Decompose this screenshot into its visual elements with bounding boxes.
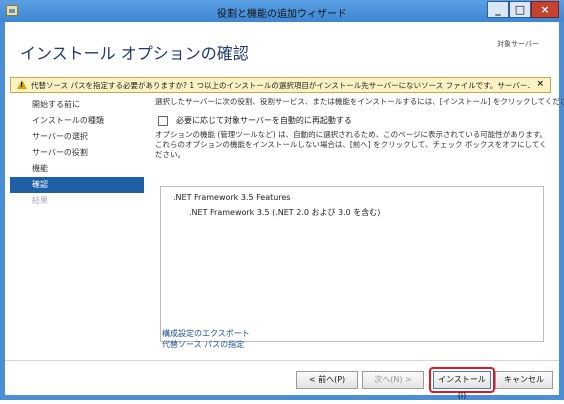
- destination-server-label: 対象サーバー: [497, 40, 539, 48]
- window-title: 役割と機能の追加ウィザード: [217, 9, 347, 20]
- wizard-nav: 開始する前に インストールの種類 サーバーの選択 サーバーの役割 機能 確認 結…: [10, 97, 144, 209]
- close-button[interactable]: ×: [531, 1, 559, 18]
- nav-item-confirmation[interactable]: 確認: [10, 177, 144, 193]
- minimize-button[interactable]: _: [487, 1, 509, 18]
- feature-item: .NET Framework 3.5 (.NET 2.0 および 3.0 を含む…: [189, 208, 381, 217]
- footer-separator: [5, 360, 559, 361]
- intro-text: 選択したサーバーに次の役割、役割サービス、または機能をインストールするには、[イ…: [155, 97, 564, 106]
- export-config-link[interactable]: 構成設定のエクスポート: [162, 328, 250, 339]
- warning-bar[interactable]: ! 代替ソース パスを指定する必要がありますか? 1 つ以上のインストールの選択…: [10, 77, 551, 93]
- wizard-client-area: インストール オプションの確認 対象サーバー ! 代替ソース パスを指定する必要…: [5, 22, 564, 400]
- window-frame: 役割と機能の追加ウィザード _ □ × インストール オプションの確認 対象サー…: [0, 0, 564, 400]
- warning-close-icon[interactable]: ×: [536, 79, 544, 89]
- nav-item-before-you-begin[interactable]: 開始する前に: [10, 97, 144, 113]
- main-content: 選択したサーバーに次の役割、役割サービス、または機能をインストールするには、[イ…: [155, 96, 564, 159]
- nav-item-installation-type[interactable]: インストールの種類: [10, 113, 144, 129]
- install-button[interactable]: インストール(I): [433, 371, 491, 400]
- restart-checkbox[interactable]: [158, 115, 168, 126]
- nav-item-server-selection[interactable]: サーバーの選択: [10, 129, 144, 145]
- warning-text: 代替ソース パスを指定する必要がありますか? 1 つ以上のインストールの選択項目…: [31, 81, 531, 90]
- feature-item: .NET Framework 3.5 Features: [173, 193, 291, 202]
- optional-features-note: オプションの機能 (管理ツールなど) は、自動的に選択されるため、このページに表…: [155, 130, 547, 159]
- restart-label: 必要に応じて対象サーバーを自動的に再起動する: [176, 116, 352, 125]
- nav-item-features[interactable]: 機能: [10, 161, 144, 177]
- restart-option[interactable]: 必要に応じて対象サーバーを自動的に再起動する: [158, 115, 352, 126]
- title-bar: 役割と機能の追加ウィザード _ □ ×: [0, 0, 564, 22]
- next-button: 次へ(N) >: [362, 371, 424, 389]
- alternate-source-link[interactable]: 代替ソース パスの指定: [162, 339, 244, 350]
- previous-button[interactable]: < 前へ(P): [296, 371, 358, 389]
- nav-item-server-roles[interactable]: サーバーの役割: [10, 145, 144, 161]
- maximize-button[interactable]: □: [509, 1, 531, 18]
- cancel-button[interactable]: キャンセル: [495, 371, 553, 389]
- warning-icon: !: [17, 80, 27, 89]
- features-list: .NET Framework 3.5 Features .NET Framewo…: [160, 186, 544, 342]
- page-title: インストール オプションの確認: [20, 44, 249, 63]
- nav-item-results: 結果: [32, 196, 48, 205]
